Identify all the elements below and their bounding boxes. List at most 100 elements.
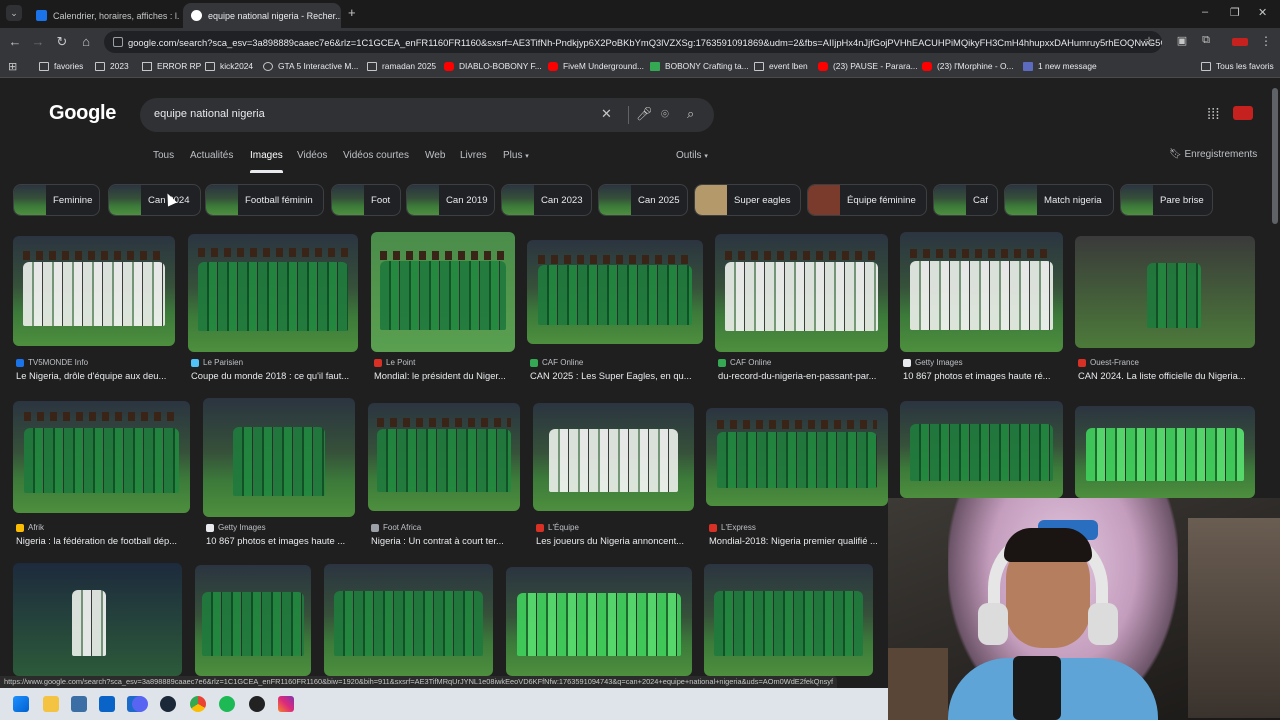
result-title[interactable]: Les joueurs du Nigeria annoncent... [536,535,696,546]
result-title[interactable]: Le Nigeria, drôle d'équipe aux deu... [16,370,176,381]
image-result[interactable] [195,565,312,676]
filter-chip[interactable]: Super eagles [694,184,801,216]
result-source[interactable]: Getty Images [206,523,266,532]
filter-chip[interactable]: Équipe féminine [807,184,927,216]
filter-chip[interactable]: Can 2023 [501,184,592,216]
calculator-icon[interactable] [71,696,87,712]
result-title[interactable]: Nigeria : Un contrat à court ter... [371,535,521,546]
cast-icon[interactable]: ▣ [1174,34,1190,47]
home-icon[interactable]: ⌂ [78,34,94,49]
site-info-icon[interactable] [113,37,123,47]
result-image[interactable] [13,401,190,513]
page-scrollbar[interactable] [1272,88,1278,224]
result-source[interactable]: Ouest-France [1078,358,1139,367]
image-result[interactable]: Afrik Nigeria : la fédération de footbal… [13,401,191,549]
result-title[interactable]: Mondial: le président du Niger... [374,370,516,381]
result-title[interactable]: Nigeria : la fédération de football dép.… [16,535,191,546]
spotify-icon[interactable] [219,696,235,712]
image-result[interactable] [900,401,1064,499]
chrome-icon[interactable] [190,696,206,712]
filter-chip[interactable]: Match nigeria [1004,184,1114,216]
bookmark-item[interactable]: DIABLO-BOBONY F... [444,61,542,71]
result-source[interactable]: Getty Images [903,358,963,367]
search-icon[interactable]: ⌕ [687,106,694,122]
tab-videos[interactable]: Vidéos [297,150,327,161]
result-title[interactable]: Coupe du monde 2018 : ce qu'il faut... [191,370,359,381]
menu-kebab-icon[interactable]: ⋮ [1258,34,1274,48]
result-source[interactable]: Le Point [374,358,415,367]
address-bar[interactable]: google.com/search?sca_esv=3a898889caaec7… [104,31,1162,53]
extensions-icon[interactable]: ⧉ [1198,34,1214,47]
result-image[interactable] [13,563,182,676]
result-image[interactable] [506,567,692,676]
tab-images[interactable]: Images [250,150,283,173]
profile-avatar[interactable] [1232,38,1248,46]
result-image[interactable] [715,234,888,352]
result-image[interactable] [900,401,1063,498]
restore-window-icon[interactable]: ❐ [1230,6,1240,19]
tab-short-videos[interactable]: Vidéos courtes [343,150,409,161]
new-tab-button[interactable]: + [348,5,356,20]
image-result[interactable]: Le Point Mondial: le président du Niger.… [371,232,516,384]
image-result[interactable]: CAF Online CAN 2025 : Les Super Eagles, … [527,240,704,384]
result-image[interactable] [1075,236,1255,348]
filter-chip[interactable]: Can 2019 [406,184,495,216]
result-title[interactable]: CAN 2025 : Les Super Eagles, en qu... [530,370,702,381]
result-image[interactable] [371,232,515,352]
result-title[interactable]: 10 867 photos et images haute ré... [903,370,1063,381]
image-result[interactable]: Getty Images 10 867 photos et images hau… [900,232,1064,384]
bookmark-star-icon[interactable]: ☆ [1141,34,1157,48]
image-result[interactable]: Ouest-France CAN 2024. La liste officiel… [1075,236,1256,384]
close-window-icon[interactable]: ✕ [1258,6,1267,19]
result-title[interactable]: Mondial-2018: Nigeria premier qualifié .… [709,535,889,546]
result-source[interactable]: L'Équipe [536,523,579,532]
result-image[interactable] [533,403,694,511]
tab-all[interactable]: Tous [153,150,174,161]
result-source[interactable]: Le Parisien [191,358,243,367]
result-source[interactable]: TV5MONDE Info [16,358,88,367]
reload-icon[interactable]: ↻ [54,34,70,50]
bookmark-item[interactable]: favories [39,61,83,71]
tab-search-chevron-icon[interactable]: ⌄ [6,5,22,21]
filter-chip[interactable]: Feminine [13,184,100,216]
image-result[interactable] [13,563,183,676]
result-image[interactable] [188,234,358,352]
result-title[interactable]: CAN 2024. La liste officielle du Nigeria… [1078,370,1258,381]
tab-web[interactable]: Web [425,150,445,161]
discord-icon[interactable] [132,696,148,712]
result-title[interactable]: du-record-du-nigeria-en-passant-par... [718,370,888,381]
image-result[interactable] [506,567,693,676]
browser-tab-active[interactable]: equipe national nigeria - Recher... × [183,3,341,28]
obs-icon[interactable] [249,696,265,712]
bookmark-item[interactable]: ramadan 2025 [367,61,436,71]
google-apps-icon[interactable]: ⁞⁞⁞ [1207,106,1220,123]
result-image[interactable] [1075,406,1255,498]
search-input[interactable]: equipe national nigeria [154,108,265,120]
saves-button[interactable]: 🔖︎ Enregistrements [1169,149,1257,160]
bookmark-item[interactable]: FiveM Underground... [548,61,644,71]
windows-start-icon[interactable] [13,696,29,712]
image-result[interactable]: CAF Online du-record-du-nigeria-en-passa… [715,234,889,384]
filter-chip[interactable]: Can 2025 [598,184,688,216]
result-image[interactable] [704,564,873,676]
apps-grid-icon[interactable]: ⊞ [8,60,17,73]
result-source[interactable]: CAF Online [718,358,771,367]
filter-chip[interactable]: Can 2024 [108,184,201,216]
voice-search-icon[interactable]: 🎤︎ [636,106,653,122]
steam-icon[interactable] [160,696,176,712]
image-result[interactable]: Le Parisien Coupe du monde 2018 : ce qu'… [188,234,359,384]
result-source[interactable]: Foot Africa [371,523,421,532]
image-result[interactable] [324,564,494,676]
result-source[interactable]: L'Express [709,523,756,532]
image-result[interactable]: TV5MONDE Info Le Nigeria, drôle d'équipe… [13,236,176,384]
tab-more[interactable]: Plus ▾ [503,150,529,161]
bookmark-item[interactable]: BOBONY Crafting ta... [650,61,749,71]
bookmark-item[interactable]: event lben [754,61,808,71]
forward-icon[interactable]: → [30,34,46,49]
image-result[interactable] [704,564,874,676]
result-source[interactable]: CAF Online [530,358,583,367]
search-box[interactable]: equipe national nigeria ✕ 🎤︎ ⌾ ⌕ [140,98,714,132]
file-explorer-icon[interactable] [43,696,59,712]
lens-camera-icon[interactable]: ⌾ [661,106,669,122]
tab-news[interactable]: Actualités [190,150,233,161]
